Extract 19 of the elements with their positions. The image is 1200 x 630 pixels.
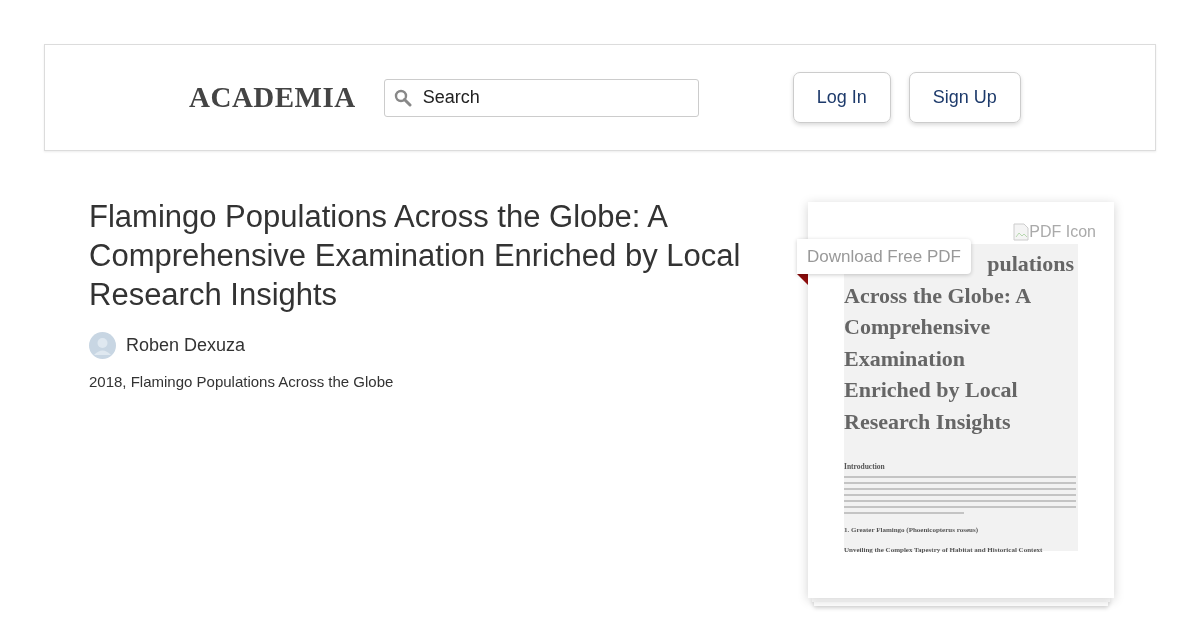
avatar-icon <box>89 332 116 359</box>
broken-image-icon <box>1013 223 1030 241</box>
document-title-line: Enriched by Local <box>844 376 1018 404</box>
author-link[interactable]: Roben Dexuza <box>126 332 246 359</box>
pdf-preview-card[interactable] <box>808 202 1114 598</box>
header-button[interactable]: Sign Up <box>908 72 1021 123</box>
image-alt-text: PDF Icon <box>1029 222 1096 242</box>
document-title-line: Examination <box>844 344 966 373</box>
logo[interactable]: ACADEMIA <box>189 83 356 112</box>
document-title-line: Across the Globe: A <box>844 281 1032 310</box>
document-title-line: Research Insights <box>844 407 1011 436</box>
document-title-line: Comprehensive <box>844 313 991 341</box>
paper-title: Flamingo Populations Across the Globe: A Comprehensive Examination Enriched by Local Research Insights <box>89 198 742 314</box>
header-button[interactable]: Log In <box>792 72 891 123</box>
search-field[interactable]: Search <box>383 78 699 117</box>
publication-info: 2018, Flamingo Populations Across the Globe <box>89 372 395 392</box>
ribbon-fold-icon <box>797 274 808 285</box>
search-icon <box>393 88 412 107</box>
document-title-line: pulations <box>987 250 1074 278</box>
